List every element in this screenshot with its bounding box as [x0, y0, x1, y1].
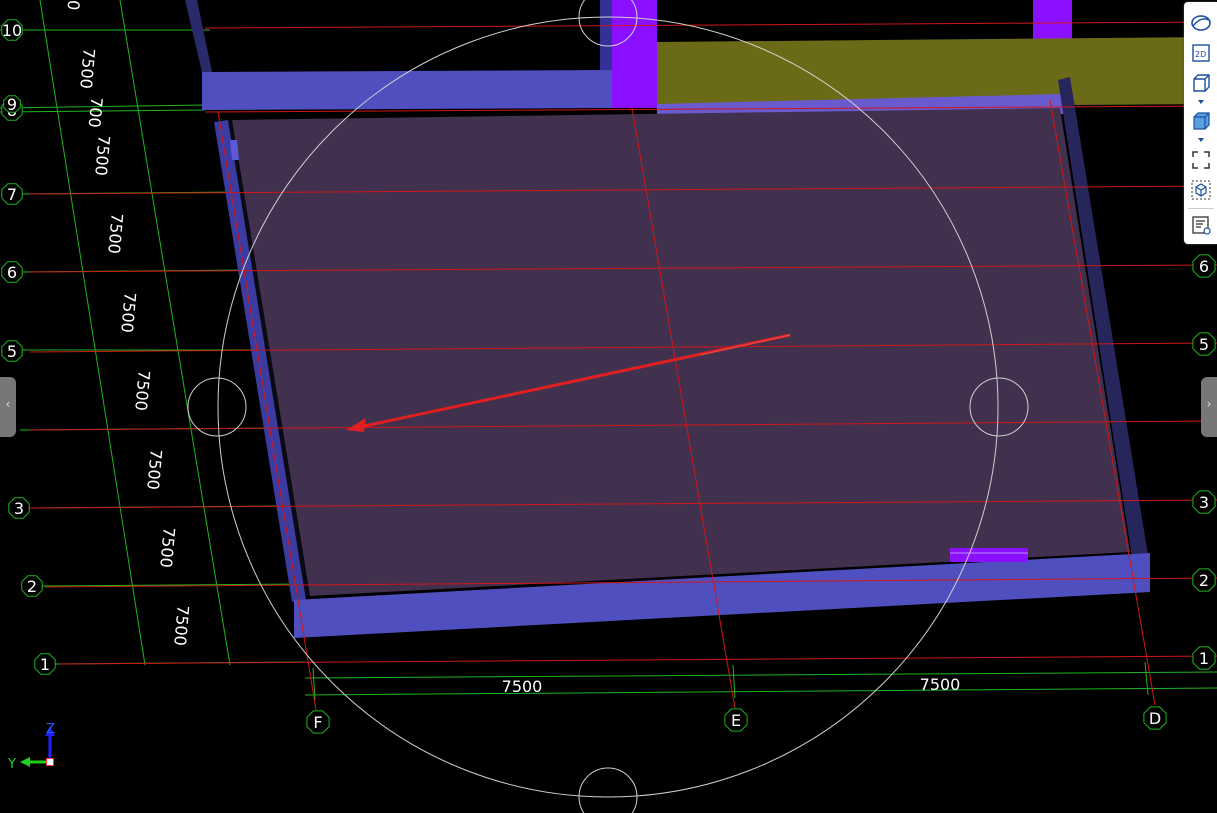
beam-top-left-post: [185, 0, 212, 72]
row-axis-bubble-7: 7: [1, 183, 23, 205]
section-box-icon: [1191, 180, 1211, 200]
model-viewport[interactable]: 1235678109 12356 FED 7500750075007500750…: [0, 0, 1217, 813]
column-axis-bubble-F-label: F: [313, 713, 322, 732]
shaded-cube-icon: [1193, 112, 1210, 130]
row-axis-bubble-3-label: 3: [14, 499, 24, 518]
cube-view-icon: [1193, 74, 1210, 92]
row-axis-bubble-2-label: 2: [27, 577, 37, 596]
caret-down-icon[interactable]: [1197, 99, 1205, 105]
column-axis-bubble-E: E: [724, 708, 748, 732]
row-axis-bubble-right-2-label: 2: [1199, 571, 1209, 590]
section-box-button[interactable]: [1188, 177, 1214, 203]
right-panel-toggle[interactable]: ›: [1201, 377, 1217, 437]
row-axis-bubble-right-3-label: 3: [1199, 493, 1209, 512]
fit-view-button[interactable]: [1188, 147, 1214, 173]
column-top-right[interactable]: [1033, 0, 1072, 40]
row-axis-bubble-right-3: 3: [1192, 490, 1216, 514]
axis-triad: Z Y: [7, 722, 55, 772]
left-dim-label-5: 7500: [117, 291, 139, 333]
column-axis-bubble-D: D: [1143, 706, 1167, 730]
column-axis-bubble-E-label: E: [731, 711, 741, 730]
row-axis-bubble-1: 1: [34, 653, 56, 675]
row-axis-bubble-right-2: 2: [1192, 568, 1216, 592]
column-axis-bubble-F: F: [306, 710, 330, 734]
row-axis-bubble-9-label: 9: [7, 95, 17, 114]
row-axis-bubble-7-label: 7: [7, 185, 17, 204]
row-axis-bubble-right-5: 5: [1192, 332, 1216, 356]
column-axis-bubbles: FED: [306, 706, 1167, 734]
view-toolbar: 2D: [1184, 2, 1217, 244]
row-axis-bubble-5-label: 5: [7, 342, 17, 361]
orbit-button[interactable]: [1188, 10, 1214, 36]
orbit-icon: [1191, 15, 1211, 31]
triad-y-label: Y: [7, 757, 16, 772]
left-dim-label-1: 7500: [170, 604, 192, 646]
left-panel-toggle[interactable]: ‹: [0, 377, 16, 437]
row-axis-bubble-6-label: 6: [7, 263, 17, 282]
3d-view-button[interactable]: [1188, 70, 1214, 96]
row-axis-bubble-1-label: 1: [40, 655, 50, 674]
left-dim-label-4: 7500: [131, 369, 153, 411]
row-axis-bubble-right-6: 6: [1192, 254, 1216, 278]
column-axis-bubble-D-label: D: [1149, 709, 1161, 728]
shaded-view-button[interactable]: [1188, 108, 1214, 134]
fit-view-icon: [1192, 151, 1210, 169]
row-axis-bubble-10: 10: [1, 19, 23, 41]
left-dimension-labels: 7500 7500 7500 7500 7500 7500 7500 700 7500: [76, 47, 192, 646]
beam-top[interactable]: [202, 70, 612, 110]
row-axis-bubble-6: 6: [1, 261, 23, 283]
column-top-center[interactable]: [612, 0, 657, 108]
beam-marker: [950, 548, 1028, 562]
row-axis-bubble-right-6-label: 6: [1199, 257, 1209, 276]
floor-slab[interactable]: [232, 108, 1130, 596]
left-dim-label-8: 700: [85, 96, 107, 128]
left-dim-label-7: 7500: [91, 134, 113, 176]
chevron-right-icon: ›: [1206, 397, 1212, 411]
top-partial-label: 0: [63, 0, 83, 11]
left-dim-label-2: 7500: [156, 526, 178, 568]
bottom-dim-label-1: 7500: [502, 677, 543, 696]
left-dim-label-3: 7500: [143, 448, 165, 490]
row-axis-bubble-right-1-label: 1: [1199, 649, 1209, 668]
column-left-stub: [600, 0, 612, 70]
bottom-dimension-lines: [304, 661, 1217, 701]
row-axis-bubble-10-label: 10: [2, 21, 22, 40]
svg-text:2D: 2D: [1195, 50, 1206, 59]
row-axis-bubble-right-1: 1: [1192, 646, 1216, 670]
chevron-left-icon: ‹: [5, 397, 11, 411]
row-axis-bubble-right-5-label: 5: [1199, 335, 1209, 354]
row-axis-bubbles-left: 1235678109: [1, 19, 56, 675]
bottom-dim-label-2: 7500: [920, 675, 961, 694]
2d-view-button[interactable]: 2D: [1188, 40, 1214, 66]
properties-button[interactable]: [1188, 212, 1214, 238]
properties-icon: [1192, 216, 1211, 235]
left-dim-label-9: 7500: [76, 47, 98, 89]
row-axis-bubbles-right: 1 2 3 5 6: [1192, 254, 1216, 670]
row-axis-bubble-2: 2: [21, 575, 43, 597]
triad-z-label: Z: [46, 722, 55, 737]
row-axis-bubble-5: 5: [1, 340, 23, 362]
left-dim-label-6: 7500: [104, 212, 126, 254]
caret-down-icon[interactable]: [1197, 137, 1205, 143]
row-axis-bubble-3: 3: [8, 497, 30, 519]
2d-view-icon: 2D: [1192, 44, 1210, 62]
